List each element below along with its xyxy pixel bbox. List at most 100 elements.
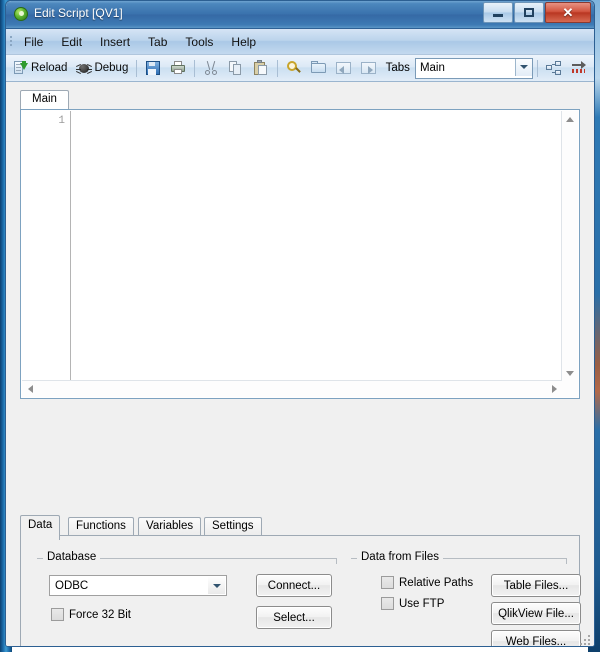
connect-button[interactable]: Connect... <box>256 574 332 597</box>
window-controls: ✕ <box>483 2 591 23</box>
title-bar[interactable]: Edit Script [QV1] ✕ <box>6 1 594 29</box>
menu-item-tools[interactable]: Tools <box>176 31 222 53</box>
database-type-combo[interactable]: ODBC <box>49 575 227 596</box>
menu-item-help[interactable]: Help <box>222 31 265 53</box>
chevron-up-icon <box>566 116 574 122</box>
save-button[interactable] <box>141 57 165 80</box>
select-button[interactable]: Select... <box>256 606 332 629</box>
database-type-value: ODBC <box>55 579 89 592</box>
select-button-label: Select... <box>273 611 315 624</box>
relative-paths-checkbox[interactable]: Relative Paths <box>381 576 473 589</box>
chevron-down-icon <box>520 65 529 69</box>
connect-button-label: Connect... <box>267 579 321 592</box>
toolbar-separator-4 <box>537 59 538 77</box>
reload-icon <box>13 60 29 76</box>
table-files-button[interactable]: Table Files... <box>491 574 581 597</box>
scrollbar-corner <box>562 381 578 397</box>
chevron-down-icon <box>212 583 221 588</box>
files-group-title: Data from Files <box>357 551 443 563</box>
window-title: Edit Script [QV1] <box>34 6 123 20</box>
minimize-button[interactable] <box>483 2 513 23</box>
menu-item-insert[interactable]: Insert <box>91 31 139 53</box>
tab-order-icon <box>546 60 562 76</box>
find-button[interactable] <box>282 57 306 80</box>
line-number-gutter: 1 <box>22 111 71 381</box>
reload-button[interactable]: Reload <box>9 57 71 80</box>
toolbar: Reload Debug Tabs Main <box>6 55 594 82</box>
new-tab-button[interactable] <box>307 57 331 80</box>
maximize-icon <box>524 8 534 17</box>
promote-tab-icon <box>335 60 352 76</box>
new-tab-icon <box>310 60 327 76</box>
save-icon <box>145 60 161 76</box>
reload-button-label: Reload <box>31 62 68 74</box>
script-editor[interactable]: 1 <box>20 109 580 399</box>
toolbar-separator-2 <box>194 59 195 77</box>
use-ftp-checkbox[interactable]: Use FTP <box>381 597 444 610</box>
paste-button[interactable] <box>249 57 273 80</box>
checkbox-box <box>381 576 394 589</box>
tab-data[interactable]: Data <box>20 515 61 540</box>
tabs-label: Tabs <box>385 62 410 74</box>
force-32-bit-checkbox[interactable]: Force 32 Bit <box>51 608 131 621</box>
edit-script-window: Edit Script [QV1] ✕ File Edit Insert Tab… <box>5 0 595 647</box>
scroll-down-button[interactable] <box>562 365 578 381</box>
data-tab-panel: Database ODBC Connect... Select... Force… <box>20 535 581 647</box>
menu-item-tab[interactable]: Tab <box>139 31 176 53</box>
tabs-combo-value: Main <box>419 62 445 74</box>
menu-bar: File Edit Insert Tab Tools Help <box>6 29 594 55</box>
qlikview-logo-icon <box>14 7 28 21</box>
checkbox-box <box>51 608 64 621</box>
use-ftp-label: Use FTP <box>399 597 445 610</box>
debug-icon <box>76 60 93 76</box>
debug-button[interactable]: Debug <box>72 57 132 80</box>
files-group-rule-end <box>566 558 567 564</box>
maximize-button[interactable] <box>514 2 544 23</box>
scroll-right-button[interactable] <box>546 381 562 397</box>
print-icon <box>170 60 186 76</box>
chevron-right-icon <box>551 385 557 393</box>
line-number: 1 <box>58 115 65 127</box>
tabs-combo[interactable]: Main <box>414 57 534 79</box>
database-group-title: Database <box>43 551 101 563</box>
chevron-down-icon <box>566 370 574 376</box>
close-icon: ✕ <box>562 5 574 20</box>
toolbar-separator-3 <box>276 59 278 77</box>
menu-item-edit[interactable]: Edit <box>52 31 91 53</box>
editor-vertical-scrollbar[interactable] <box>561 111 578 381</box>
close-button[interactable]: ✕ <box>545 2 591 23</box>
database-type-dropdown[interactable] <box>208 577 225 594</box>
cut-button[interactable] <box>199 57 223 80</box>
scroll-up-button[interactable] <box>562 111 578 127</box>
promote-tab-button[interactable] <box>332 57 356 80</box>
qlikview-file-button[interactable]: QlikView File... <box>491 602 581 625</box>
menu-item-file[interactable]: File <box>15 31 52 53</box>
toolbar-separator-1 <box>136 59 138 77</box>
qlikview-file-button-label: QlikView File... <box>498 607 574 620</box>
web-files-button-label: Web Files... <box>505 635 567 647</box>
table-files-button-label: Table Files... <box>503 579 569 592</box>
print-button[interactable] <box>166 57 190 80</box>
web-files-button[interactable]: Web Files... <box>491 630 581 647</box>
script-editor-surface[interactable]: 1 <box>22 111 562 381</box>
database-group: Database ODBC Connect... Select... Force… <box>37 551 337 646</box>
checkbox-box <box>381 597 394 610</box>
tab-order-button[interactable] <box>542 57 566 80</box>
copy-button[interactable] <box>224 57 248 80</box>
copy-icon <box>228 60 244 76</box>
minimize-icon <box>493 14 503 17</box>
paste-icon <box>253 60 269 76</box>
goto-button[interactable] <box>567 57 591 80</box>
goto-icon <box>571 60 587 76</box>
editor-horizontal-scrollbar[interactable] <box>22 380 562 397</box>
find-icon <box>286 60 302 76</box>
relative-paths-label: Relative Paths <box>399 576 474 589</box>
menu-gripper[interactable] <box>6 29 15 54</box>
tabs-combo-dropdown[interactable] <box>515 58 533 76</box>
dialog-client-area: Main 1 Data Functions Variables Settings… <box>6 82 594 647</box>
script-tab-strip: Main <box>20 90 580 113</box>
demote-tab-icon <box>360 60 377 76</box>
resize-grip[interactable] <box>578 633 590 645</box>
demote-tab-button[interactable] <box>357 57 381 80</box>
scroll-left-button[interactable] <box>22 381 38 397</box>
